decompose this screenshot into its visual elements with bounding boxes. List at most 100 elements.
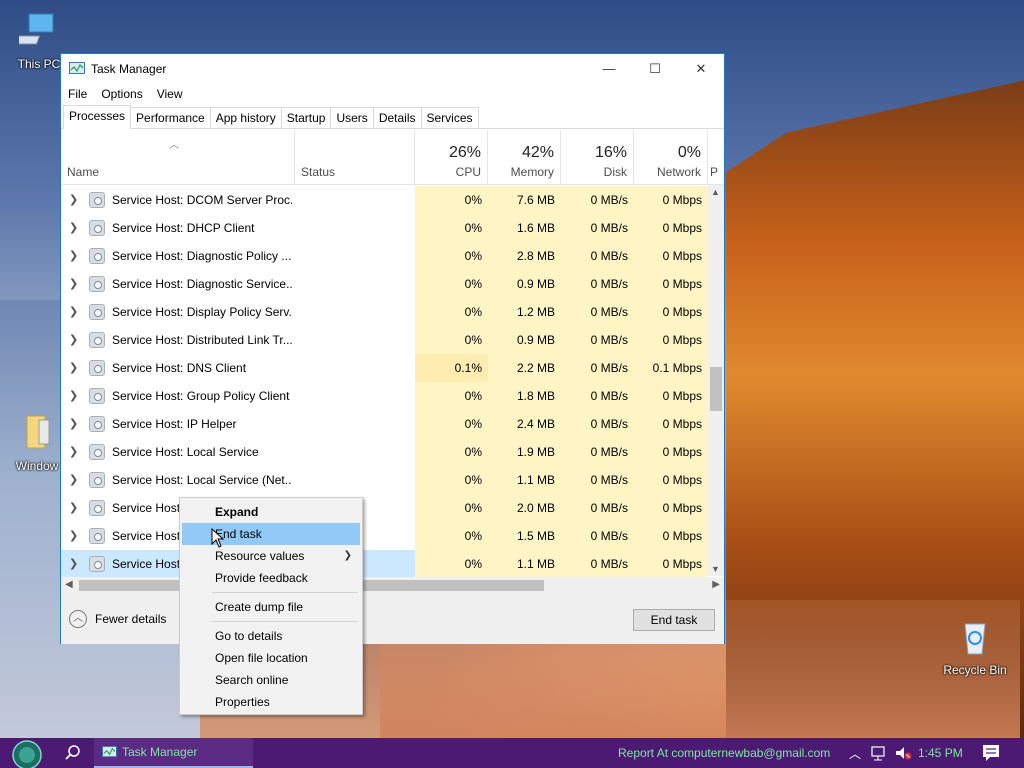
context-menu-label: Properties bbox=[215, 695, 270, 709]
table-row[interactable]: ❯ Service Host: 0% 1.1 MB 0 MB/s 0 Mbps bbox=[61, 550, 708, 577]
scroll-down-icon[interactable]: ▼ bbox=[711, 564, 720, 574]
table-row[interactable]: ❯ Service Host: DCOM Server Proc... 0% 7.6 … bbox=[61, 186, 708, 214]
expand-chevron-icon[interactable]: ❯ bbox=[69, 445, 78, 458]
table-row[interactable]: ❯ Service Host: IP Helper 0% 2.4 MB 0 MB/s 0 … bbox=[61, 410, 708, 438]
taskbar-task-manager-button[interactable]: Task Manager bbox=[94, 738, 253, 768]
table-row[interactable]: ❯ Service Host: Diagnostic Service... 0% 0.… bbox=[61, 270, 708, 298]
table-row[interactable]: ❯ Service Host: Display Policy Serv... 0% 1… bbox=[61, 298, 708, 326]
process-name: Service Host: IP Helper bbox=[112, 417, 237, 431]
table-row[interactable]: ❯ Service Host: Distributed Link Tr... 0% 0… bbox=[61, 326, 708, 354]
context-menu-item-properties[interactable]: Properties bbox=[182, 691, 360, 713]
column-power[interactable]: P bbox=[708, 130, 724, 185]
minimize-button[interactable]: — bbox=[586, 54, 632, 83]
context-menu-item-end-task[interactable]: End task bbox=[182, 523, 360, 545]
folder-icon bbox=[26, 415, 50, 449]
expand-chevron-icon[interactable]: ❯ bbox=[69, 389, 78, 402]
expand-chevron-icon[interactable]: ❯ bbox=[69, 305, 78, 318]
context-menu-label: Go to details bbox=[215, 629, 283, 643]
expand-chevron-icon[interactable]: ❯ bbox=[69, 333, 78, 346]
desktop-icon-recycle-bin[interactable]: Recycle Bin bbox=[940, 616, 1010, 677]
scroll-right-icon[interactable]: ▶ bbox=[712, 579, 720, 590]
taskbar-search-button[interactable] bbox=[56, 738, 90, 768]
expand-chevron-icon[interactable]: ❯ bbox=[69, 417, 78, 430]
table-row[interactable]: ❯ Service Host: DHCP Client 0% 1.6 MB 0 MB/s… bbox=[61, 214, 708, 242]
table-row[interactable]: ❯ Service Host: Group Policy Client 0% 1.8 … bbox=[61, 382, 708, 410]
vertical-scroll-thumb[interactable] bbox=[710, 367, 722, 411]
vertical-scrollbar[interactable]: ▲ ▼ bbox=[708, 185, 724, 576]
process-rows: ❯ Service Host: DCOM Server Proc... 0% 7.6 … bbox=[61, 186, 708, 577]
context-menu-item-create-dump-file[interactable]: Create dump file bbox=[182, 596, 360, 618]
scroll-up-icon[interactable]: ▲ bbox=[711, 187, 720, 197]
expand-chevron-icon[interactable]: ❯ bbox=[69, 557, 78, 570]
process-grid: ︿ Name Status 26% CPU 42% Memory 16% Dis… bbox=[61, 130, 724, 594]
table-row[interactable]: ❯ Service Host: 0% 1.5 MB 0 MB/s 0 Mbps bbox=[61, 522, 708, 550]
fewer-details-button[interactable]: ︿ Fewer details bbox=[69, 610, 166, 628]
network-icon[interactable] bbox=[869, 743, 889, 763]
cpu-cell: 0% bbox=[415, 242, 488, 270]
menu-bar: File Options View bbox=[61, 83, 724, 105]
context-menu-item-expand[interactable]: Expand bbox=[182, 501, 360, 523]
context-menu-item-search-online[interactable]: Search online bbox=[182, 669, 360, 691]
cpu-cell: 0% bbox=[415, 326, 488, 354]
cpu-cell: 0% bbox=[415, 382, 488, 410]
notification-icon[interactable] bbox=[978, 742, 1004, 764]
tab-processes[interactable]: Processes bbox=[63, 105, 132, 129]
expand-chevron-icon[interactable]: ❯ bbox=[69, 361, 78, 374]
scroll-left-icon[interactable]: ◀ bbox=[65, 579, 73, 590]
expand-chevron-icon[interactable]: ❯ bbox=[69, 249, 78, 262]
menu-file[interactable]: File bbox=[61, 87, 94, 101]
close-button[interactable]: ✕ bbox=[678, 54, 724, 83]
column-disk[interactable]: 16% Disk bbox=[561, 130, 634, 185]
volume-muted-icon[interactable] bbox=[893, 743, 913, 763]
expand-chevron-icon[interactable]: ❯ bbox=[69, 529, 78, 542]
column-cpu[interactable]: 26% CPU bbox=[415, 130, 488, 185]
context-menu-item-provide-feedback[interactable]: Provide feedback bbox=[182, 567, 360, 589]
process-name: Service Host: Local Service (Net... bbox=[112, 473, 292, 487]
tab-services[interactable]: Services bbox=[420, 107, 479, 128]
column-memory-label: Memory bbox=[510, 165, 554, 179]
column-status[interactable]: Status bbox=[295, 130, 415, 185]
cpu-cell: 0% bbox=[415, 410, 488, 438]
cpu-cell: 0% bbox=[415, 438, 488, 466]
column-memory[interactable]: 42% Memory bbox=[488, 130, 561, 185]
tab-app-history[interactable]: App history bbox=[209, 107, 282, 128]
taskbar-clock[interactable]: 1:45 PM bbox=[918, 746, 963, 760]
horizontal-scrollbar[interactable]: ◀ ▶ bbox=[61, 577, 724, 594]
expand-chevron-icon[interactable]: ❯ bbox=[69, 277, 78, 290]
table-row[interactable]: ❯ Service Host: Local Service 0% 1.9 MB 0 MB… bbox=[61, 438, 708, 466]
tab-startup[interactable]: Startup bbox=[280, 107, 332, 128]
taskbar-app-label: Task Manager bbox=[122, 745, 198, 759]
table-row[interactable]: ❯ Service Host: DNS Client 0.1% 2.2 MB 0 MB/… bbox=[61, 354, 708, 382]
tab-details[interactable]: Details bbox=[372, 107, 422, 128]
end-task-button[interactable]: End task bbox=[633, 609, 715, 631]
context-menu-item-resource-values[interactable]: Resource values ❯ bbox=[182, 545, 360, 567]
title-bar[interactable]: Task Manager — ☐ ✕ bbox=[61, 54, 724, 83]
context-menu-item-open-file-location[interactable]: Open file location bbox=[182, 647, 360, 669]
expand-chevron-icon[interactable]: ❯ bbox=[69, 473, 78, 486]
context-menu-label: Create dump file bbox=[215, 600, 304, 614]
tab-performance[interactable]: Performance bbox=[130, 107, 211, 128]
column-name[interactable]: ︿ Name bbox=[61, 130, 295, 185]
tab-users[interactable]: Users bbox=[330, 107, 374, 128]
process-name: Service Host: DNS Client bbox=[112, 361, 247, 375]
network-cell: 0 Mbps bbox=[634, 298, 708, 326]
menu-options[interactable]: Options bbox=[94, 87, 149, 101]
column-network[interactable]: 0% Network bbox=[634, 130, 708, 185]
start-button-icon[interactable] bbox=[8, 740, 46, 768]
expand-chevron-icon[interactable]: ❯ bbox=[69, 193, 78, 206]
table-row[interactable]: ❯ Service Host: Diagnostic Policy ... 0% 2.… bbox=[61, 242, 708, 270]
process-name: Service Host: DCOM Server Proc... bbox=[112, 193, 292, 207]
task-manager-icon bbox=[102, 745, 117, 757]
memory-cell: 1.5 MB bbox=[488, 522, 561, 550]
table-row[interactable]: ❯ Service Host: Local Service (Net... 0% 1.… bbox=[61, 466, 708, 494]
menu-view[interactable]: View bbox=[150, 87, 190, 101]
expand-chevron-icon[interactable]: ❯ bbox=[69, 501, 78, 514]
context-menu-item-go-to-details[interactable]: Go to details bbox=[182, 625, 360, 647]
cpu-cell: 0% bbox=[415, 522, 488, 550]
table-row[interactable]: ❯ Service Host: 0% 2.0 MB 0 MB/s 0 Mbps bbox=[61, 494, 708, 522]
tray-chevron-up-icon[interactable]: ︿ bbox=[845, 743, 865, 763]
expand-chevron-icon[interactable]: ❯ bbox=[69, 221, 78, 234]
disk-cell: 0 MB/s bbox=[561, 242, 634, 270]
memory-cell: 1.9 MB bbox=[488, 438, 561, 466]
maximize-button[interactable]: ☐ bbox=[632, 54, 678, 83]
